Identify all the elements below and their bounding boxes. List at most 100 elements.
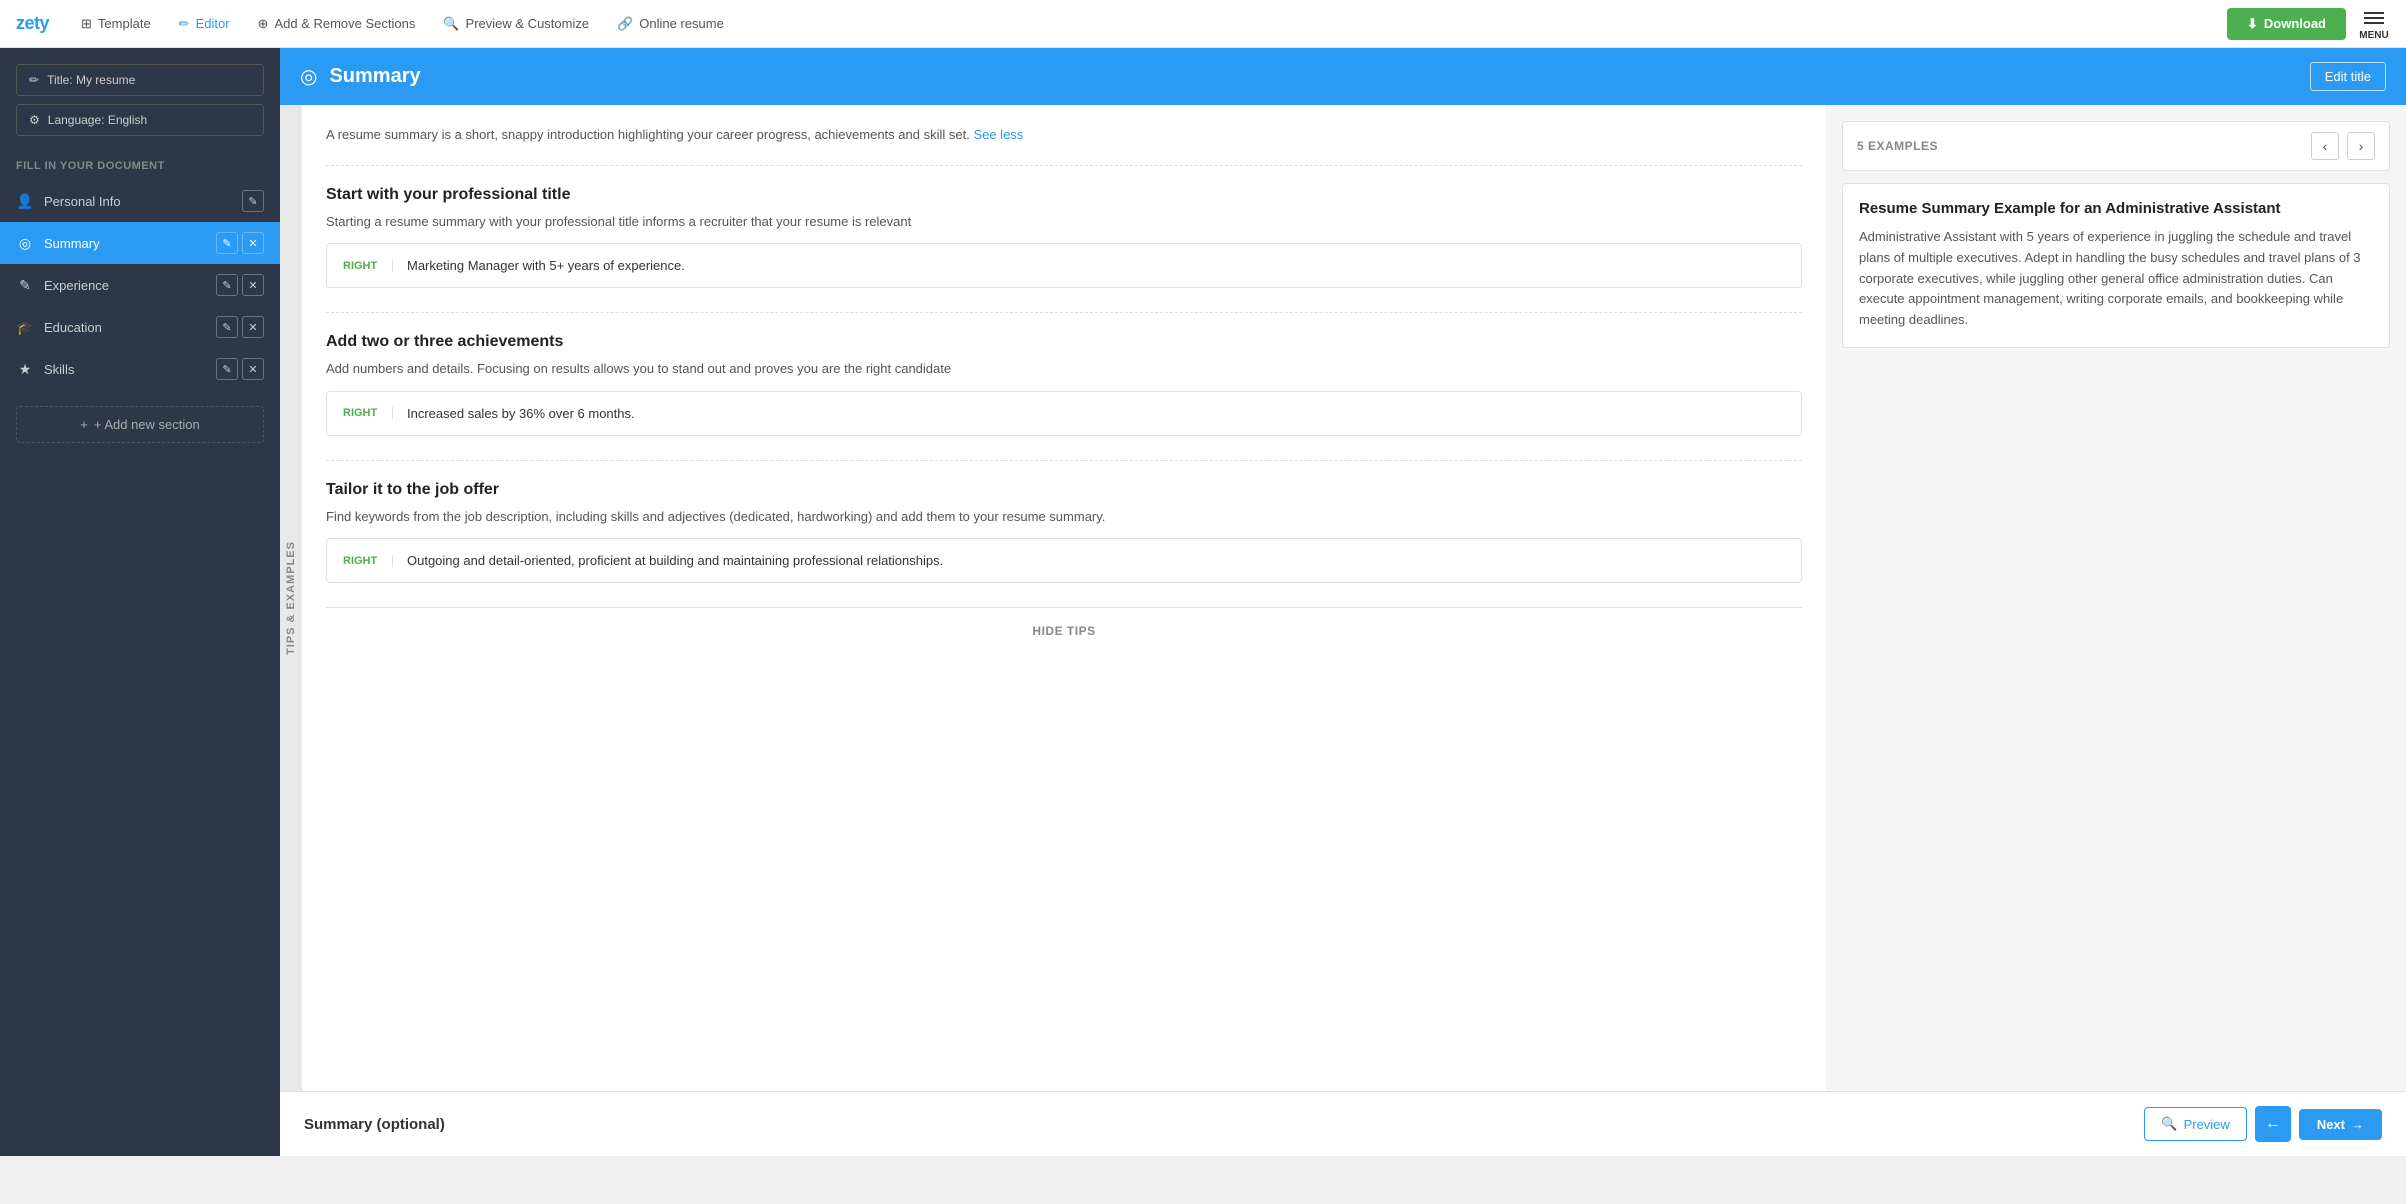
back-button[interactable]: ←	[2255, 1106, 2291, 1142]
experience-edit-button[interactable]: ✎	[216, 274, 238, 296]
edit-title-button[interactable]: Edit title	[2310, 62, 2386, 91]
example-card: Resume Summary Example for an Administra…	[1842, 183, 2390, 348]
nav-add-remove[interactable]: ⊕ Add & Remove Sections	[246, 10, 428, 38]
person-icon: 👤	[16, 193, 34, 210]
nav-template[interactable]: ⊞ Template	[69, 10, 163, 38]
menu-button[interactable]: MENU	[2358, 6, 2390, 41]
summary-optional-label: Summary (optional)	[304, 1116, 445, 1133]
tip-3-badge: RIGHT	[343, 555, 393, 567]
template-icon: ⊞	[81, 16, 92, 32]
title-button[interactable]: ✏ Title: My resume	[16, 64, 264, 96]
tip-3-example: RIGHT Outgoing and detail-oriented, prof…	[326, 538, 1802, 583]
main-content: ◎ Summary Edit title TIPS & EXAMPLES A r…	[280, 48, 2406, 1156]
preview-button[interactable]: 🔍 Preview	[2144, 1107, 2246, 1141]
language-button[interactable]: ⚙ Language: English	[16, 104, 264, 136]
tip-1-title: Start with your professional title	[326, 186, 1802, 204]
section-icon: ◎	[300, 64, 317, 89]
tip-2-example-text: Increased sales by 36% over 6 months.	[407, 406, 635, 421]
tip-1-example: RIGHT Marketing Manager with 5+ years of…	[326, 243, 1802, 288]
tip-3-example-text: Outgoing and detail-oriented, proficient…	[407, 553, 943, 568]
nav-online-resume[interactable]: 🔗 Online resume	[605, 10, 736, 38]
examples-count: 5 EXAMPLES	[1857, 139, 1938, 153]
tips-content: A resume summary is a short, snappy intr…	[302, 105, 1826, 1091]
tip-1-badge: RIGHT	[343, 260, 393, 272]
layout: ✏ Title: My resume ⚙ Language: English F…	[0, 48, 2406, 1156]
add-remove-icon: ⊕	[258, 16, 269, 32]
experience-icon: ✎	[16, 277, 34, 294]
intro-text: A resume summary is a short, snappy intr…	[326, 125, 1802, 145]
education-edit-button[interactable]: ✎	[216, 316, 238, 338]
hide-tips-button[interactable]: HIDE TIPS	[1032, 624, 1095, 638]
section-header: ◎ Summary Edit title	[280, 48, 2406, 105]
pencil-icon: ✏	[29, 73, 39, 87]
content-area: TIPS & EXAMPLES A resume summary is a sh…	[280, 105, 2406, 1091]
search-icon: 🔍	[2161, 1116, 2177, 1132]
download-icon: ⬇	[2247, 16, 2258, 32]
tip-2-badge: RIGHT	[343, 407, 393, 419]
back-arrow-icon: ←	[2265, 1115, 2281, 1133]
hide-tips-row: HIDE TIPS	[326, 607, 1802, 652]
sidebar-top: ✏ Title: My resume ⚙ Language: English	[0, 64, 280, 152]
skills-edit-button[interactable]: ✎	[216, 358, 238, 380]
sidebar-item-skills[interactable]: ★ Skills ✎ ✕	[0, 348, 280, 390]
tip-3: Tailor it to the job offer Find keywords…	[326, 481, 1802, 584]
see-less-link[interactable]: See less	[973, 127, 1023, 142]
example-card-title: Resume Summary Example for an Administra…	[1859, 200, 2373, 217]
personal-info-actions: ✎	[242, 190, 264, 212]
examples-header: 5 EXAMPLES ‹ ›	[1842, 121, 2390, 171]
nav-editor[interactable]: ✏ Editor	[167, 10, 242, 38]
skills-remove-button[interactable]: ✕	[242, 358, 264, 380]
nav-items: ⊞ Template ✏ Editor ⊕ Add & Remove Secti…	[69, 10, 2227, 38]
logo: zety	[16, 13, 49, 34]
tip-divider-2	[326, 312, 1802, 313]
tip-1: Start with your professional title Start…	[326, 186, 1802, 289]
tip-3-desc: Find keywords from the job description, …	[326, 507, 1802, 527]
tip-2-example: RIGHT Increased sales by 36% over 6 mont…	[326, 391, 1802, 436]
skills-actions: ✎ ✕	[216, 358, 264, 380]
tip-divider-3	[326, 460, 1802, 461]
hamburger-icon[interactable]	[2358, 6, 2390, 30]
nav-preview-customize[interactable]: 🔍 Preview & Customize	[431, 10, 601, 38]
next-example-button[interactable]: ›	[2347, 132, 2375, 160]
globe-icon: ⚙	[29, 113, 40, 127]
section-title: Summary	[329, 65, 2297, 88]
download-button[interactable]: ⬇ Download	[2227, 8, 2346, 40]
plus-icon: +	[80, 417, 88, 432]
editor-icon: ✏	[179, 16, 190, 32]
bottom-actions: 🔍 Preview ← Next →	[2144, 1106, 2382, 1142]
sidebar: ✏ Title: My resume ⚙ Language: English F…	[0, 48, 280, 1156]
sidebar-item-experience[interactable]: ✎ Experience ✎ ✕	[0, 264, 280, 306]
nav-right: ⬇ Download MENU	[2227, 6, 2390, 41]
tips-label: TIPS & EXAMPLES	[285, 541, 297, 655]
sidebar-item-education[interactable]: 🎓 Education ✎ ✕	[0, 306, 280, 348]
education-icon: 🎓	[16, 319, 34, 336]
summary-icon: ◎	[16, 235, 34, 252]
education-remove-button[interactable]: ✕	[242, 316, 264, 338]
nav-arrows: ‹ ›	[2311, 132, 2375, 160]
tip-divider-1	[326, 165, 1802, 166]
tips-sidebar: TIPS & EXAMPLES	[280, 105, 302, 1091]
preview-icon: 🔍	[443, 16, 459, 32]
top-nav: zety ⊞ Template ✏ Editor ⊕ Add & Remove …	[0, 0, 2406, 48]
experience-remove-button[interactable]: ✕	[242, 274, 264, 296]
sidebar-item-summary[interactable]: ◎ Summary ✎ ✕	[0, 222, 280, 264]
skills-icon: ★	[16, 361, 34, 378]
tip-2: Add two or three achievements Add number…	[326, 333, 1802, 436]
tip-1-desc: Starting a resume summary with your prof…	[326, 212, 1802, 232]
tip-2-title: Add two or three achievements	[326, 333, 1802, 351]
tip-3-title: Tailor it to the job offer	[326, 481, 1802, 499]
sidebar-item-personal-info[interactable]: 👤 Personal Info ✎	[0, 180, 280, 222]
example-card-text: Administrative Assistant with 5 years of…	[1859, 227, 2373, 331]
experience-actions: ✎ ✕	[216, 274, 264, 296]
tip-2-desc: Add numbers and details. Focusing on res…	[326, 359, 1802, 379]
tip-1-example-text: Marketing Manager with 5+ years of exper…	[407, 258, 685, 273]
prev-example-button[interactable]: ‹	[2311, 132, 2339, 160]
add-section-button[interactable]: + + Add new section	[16, 406, 264, 443]
personal-info-edit-button[interactable]: ✎	[242, 190, 264, 212]
next-button[interactable]: Next →	[2299, 1109, 2382, 1140]
summary-edit-button[interactable]: ✎	[216, 232, 238, 254]
link-icon: 🔗	[617, 16, 633, 32]
fill-label: FILL IN YOUR DOCUMENT	[0, 152, 280, 180]
bottom-section: Summary (optional) 🔍 Preview ← Next →	[280, 1091, 2406, 1156]
summary-remove-button[interactable]: ✕	[242, 232, 264, 254]
